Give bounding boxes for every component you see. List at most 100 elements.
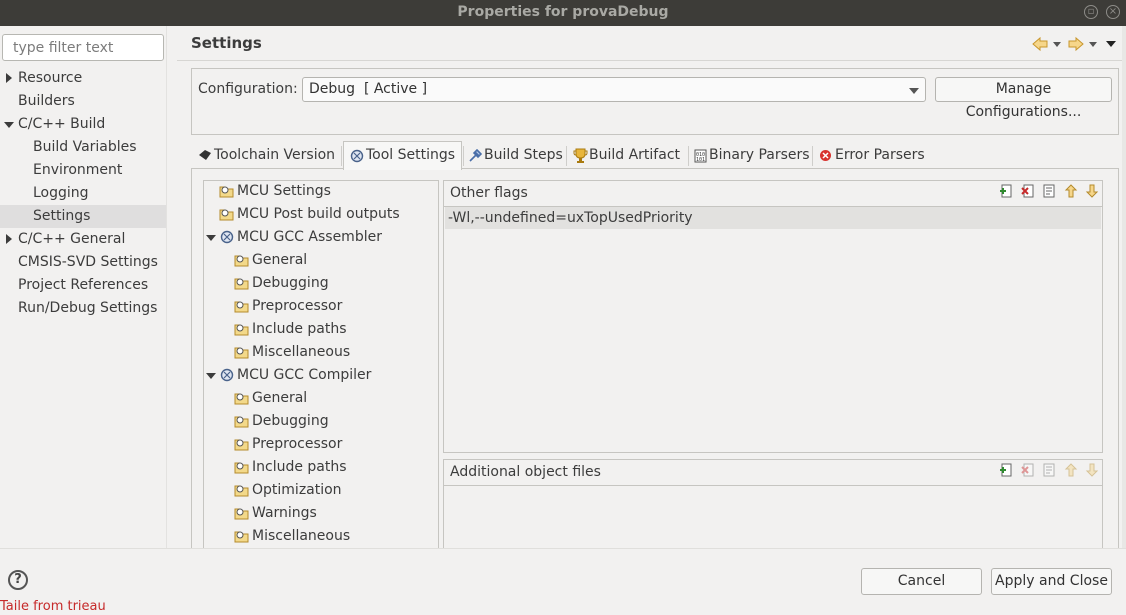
tool-icon [220, 230, 234, 244]
tree-item-label: General [252, 390, 308, 406]
list-item[interactable]: -Wl,--undefined=uxTopUsedPriority [445, 207, 1101, 229]
tree-item-label: Miscellaneous [252, 344, 351, 360]
forward-icon[interactable] [1068, 36, 1084, 52]
settings-folder-icon [234, 324, 249, 336]
tool-icon [220, 368, 234, 382]
tab-build-steps[interactable]: Build Steps [466, 142, 564, 168]
settings-folder-icon [219, 186, 234, 198]
tab-toolchain-version[interactable]: Toolchain Version [196, 142, 340, 168]
settings-folder-icon [234, 278, 249, 290]
trophy-icon [573, 148, 588, 163]
settings-folder-icon [234, 439, 249, 451]
tab-separator [341, 146, 342, 166]
nav-item-label: Builders [18, 93, 75, 109]
svg-text:101: 101 [696, 157, 705, 163]
collapse-icon[interactable] [206, 373, 216, 379]
add-icon[interactable] [999, 463, 1013, 477]
collapse-icon[interactable] [206, 235, 216, 241]
edit-icon[interactable] [1042, 184, 1056, 198]
settings-folder-icon [234, 508, 249, 520]
nav-item-label: Project References [18, 277, 149, 293]
tree-item-label: Warnings [252, 505, 317, 521]
tree-item-label: Include paths [252, 459, 347, 475]
panel-splitter[interactable] [166, 26, 177, 548]
back-icon[interactable] [1032, 36, 1048, 52]
configuration-label: Configuration: [198, 81, 298, 97]
tab-label: Build Steps [484, 147, 563, 163]
tree-item-label: Miscellaneous [252, 528, 351, 544]
right-scroll-edge [1122, 26, 1126, 548]
nav-item-label: Run/Debug Settings [18, 300, 158, 316]
nav-item-label: C/C++ Build [18, 116, 106, 132]
add-icon[interactable] [999, 184, 1013, 198]
nav-item-logging[interactable]: Logging [0, 182, 166, 205]
tree-item-label: MCU Settings [237, 183, 331, 199]
tree-item-label: Preprocessor [252, 436, 343, 452]
configuration-value: Debug [ Active ] [309, 81, 428, 97]
move-up-icon[interactable] [1064, 184, 1078, 198]
cancel-button[interactable]: Cancel [861, 568, 982, 595]
tab-build-artifact[interactable]: Build Artifact [571, 142, 683, 168]
nav-item-label: CMSIS-SVD Settings [18, 254, 158, 270]
apply-and-close-button[interactable]: Apply and Close [991, 568, 1112, 595]
tab-separator [566, 146, 567, 166]
additional-object-files-list: Additional object files [443, 459, 1103, 548]
nav-item-cc-general[interactable]: C/C++ General [0, 228, 166, 251]
move-up-icon[interactable] [1064, 463, 1078, 477]
list-item-value: -Wl,--undefined=uxTopUsedPriority [448, 210, 693, 226]
tab-tool-settings[interactable]: Tool Settings [343, 141, 462, 170]
settings-folder-icon [234, 531, 249, 543]
tab-error-parsers[interactable]: Error Parsers [818, 142, 926, 168]
nav-item-environment[interactable]: Environment [0, 159, 166, 182]
collapse-icon[interactable] [4, 122, 14, 128]
toolchain-icon [199, 150, 211, 160]
forward-menu-chevron-icon[interactable] [1089, 42, 1097, 47]
nav-item-label: Logging [33, 185, 89, 201]
settings-folder-icon [234, 416, 249, 428]
nav-item-resource[interactable]: Resource [0, 67, 166, 90]
tab-separator [688, 146, 689, 166]
delete-icon[interactable] [1020, 184, 1035, 198]
tab-label: Tool Settings [366, 147, 456, 163]
expand-icon[interactable] [6, 73, 12, 83]
view-menu-icon[interactable] [1106, 41, 1116, 47]
settings-folder-icon [234, 462, 249, 474]
close-icon[interactable]: × [1106, 5, 1120, 19]
other-flags-title: Other flags [450, 185, 528, 201]
additional-object-files-toolbar [996, 463, 1099, 481]
filter-input[interactable] [2, 34, 164, 61]
tree-item-label: MCU GCC Compiler [237, 367, 372, 383]
nav-item-build-variables[interactable]: Build Variables [0, 136, 166, 159]
settings-folder-icon [234, 301, 249, 313]
nav-item-cc-build[interactable]: C/C++ Build [0, 113, 166, 136]
delete-icon[interactable] [1020, 463, 1035, 477]
tree-item-label: Debugging [252, 275, 329, 291]
help-button[interactable]: ? [8, 570, 28, 590]
nav-item-builders[interactable]: Builders [0, 90, 166, 113]
manage-configurations-button[interactable]: Manage Configurations... [935, 77, 1112, 120]
nav-item-project-references[interactable]: Project References [0, 274, 166, 297]
tree-item-label: Include paths [252, 321, 347, 337]
tab-label: Build Artifact [589, 147, 680, 163]
move-down-icon[interactable] [1085, 184, 1099, 198]
other-flags-toolbar [996, 184, 1099, 202]
nav-item-cmsis-svd-settings[interactable]: CMSIS-SVD Settings [0, 251, 166, 274]
nav-item-run-debug-settings[interactable]: Run/Debug Settings [0, 297, 166, 320]
tree-item-label: MCU GCC Assembler [237, 229, 382, 245]
tab-binary-parsers[interactable]: 010 101 Binary Parsers [693, 142, 810, 168]
other-flags-list: Other flags -Wl,--undefined=uxTopUsedPri… [443, 180, 1103, 453]
nav-item-label: Settings [33, 208, 91, 224]
expand-icon[interactable] [6, 234, 12, 244]
error-icon [820, 150, 831, 161]
build-steps-icon [469, 149, 482, 162]
edit-icon[interactable] [1042, 463, 1056, 477]
maximize-icon[interactable]: ▫ [1084, 5, 1098, 19]
settings-folder-icon [234, 347, 249, 359]
page-title: Settings [191, 34, 262, 52]
chevron-down-icon[interactable] [908, 87, 920, 95]
background-window-strip [0, 605, 1126, 615]
back-menu-chevron-icon[interactable] [1053, 42, 1061, 47]
tool-settings-icon [350, 149, 364, 163]
move-down-icon[interactable] [1085, 463, 1099, 477]
nav-item-settings[interactable]: Settings [0, 205, 166, 228]
